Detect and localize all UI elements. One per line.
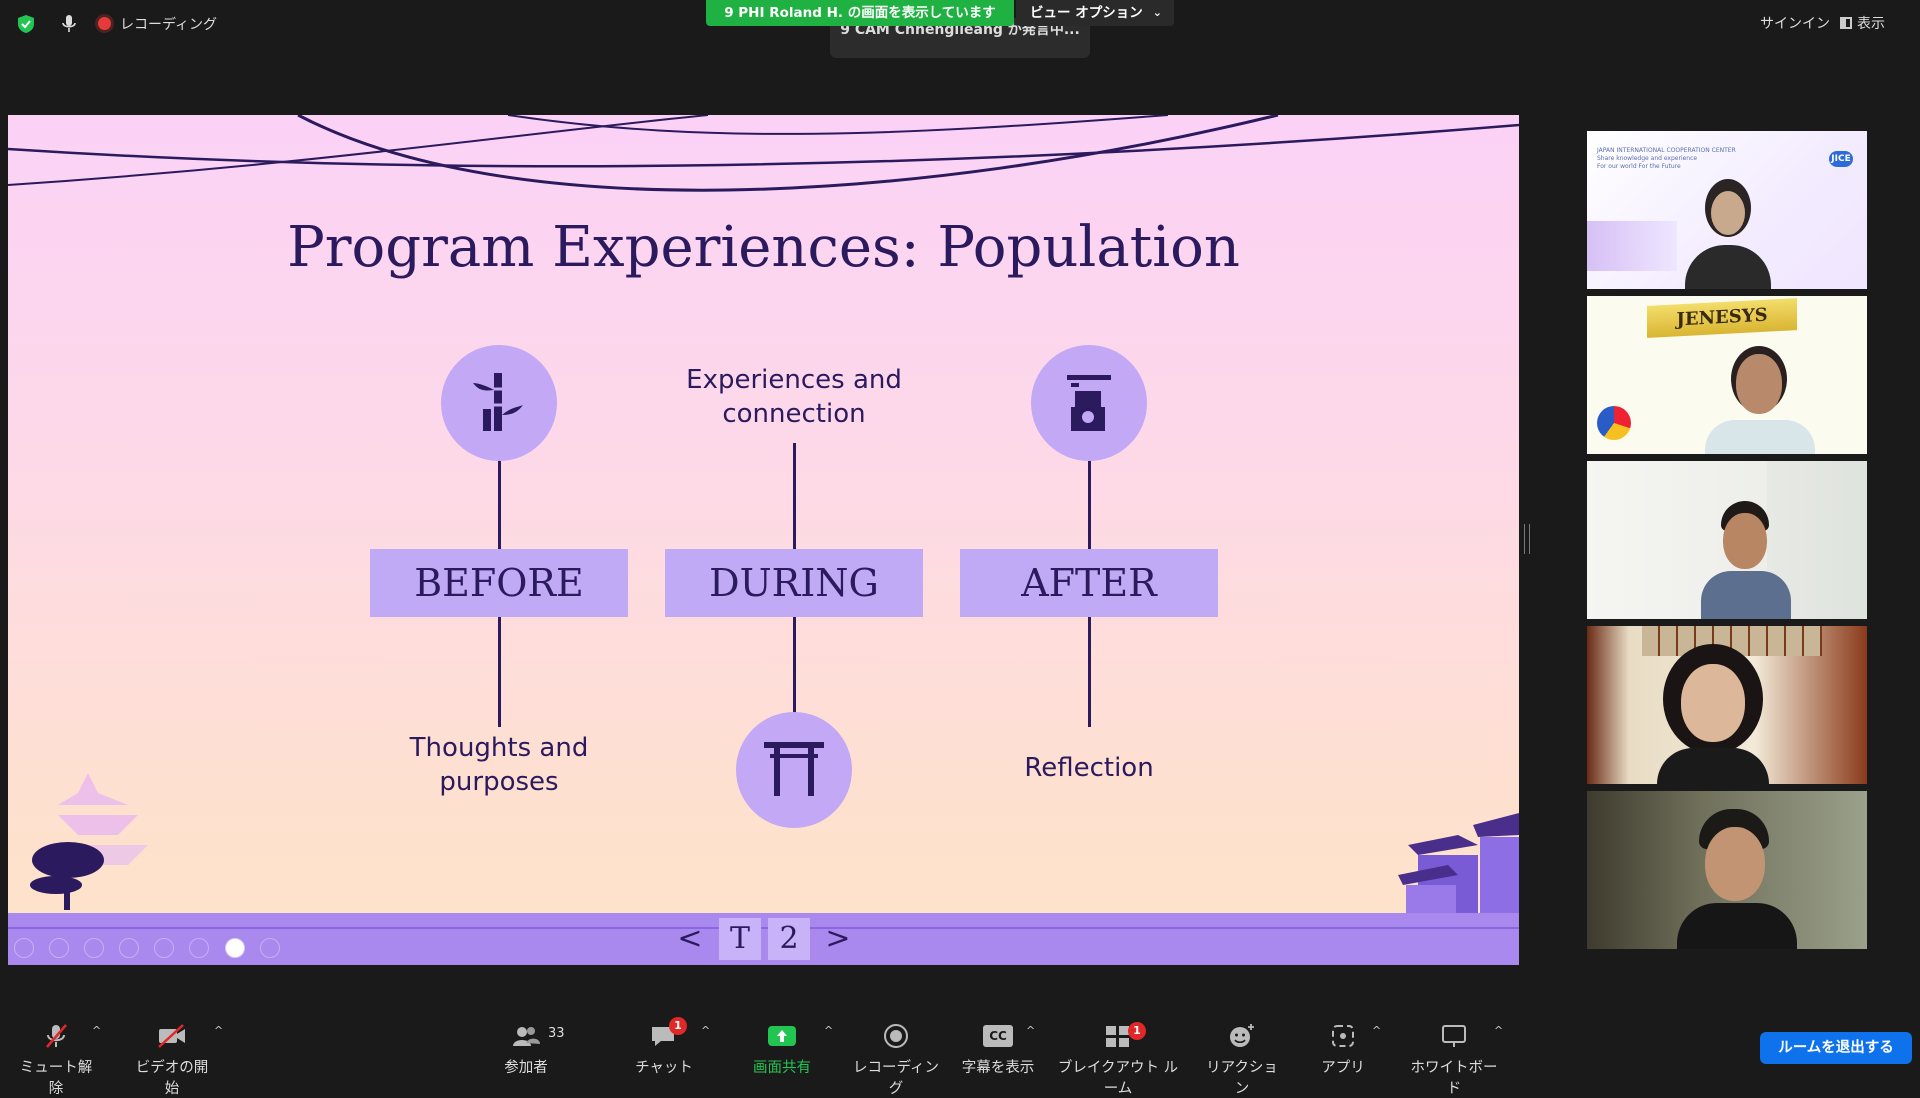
phase-during: DURING — [665, 549, 923, 617]
back-icon[interactable] — [14, 938, 34, 958]
slide-title: Program Experiences: Population — [287, 215, 1240, 280]
next-slide-button[interactable]: > — [817, 918, 859, 960]
participant-person — [1685, 179, 1771, 289]
start-video-button[interactable]: ビデオの開始 — [130, 1022, 214, 1098]
participants-count: 33 — [548, 1026, 565, 1041]
chat-unread-badge: 1 — [669, 1017, 687, 1035]
timeline-stem — [793, 617, 796, 713]
breakout-rooms-button[interactable]: ブレイクアウト ルーム — [1052, 1022, 1184, 1098]
phase-before: BEFORE — [370, 549, 628, 617]
torii-gate-icon — [736, 712, 852, 828]
participant-video-tile[interactable]: JENESYS — [1587, 296, 1867, 454]
leave-room-button[interactable]: ルームを退出する — [1760, 1032, 1912, 1064]
jenesys-banner: JENESYS — [1647, 298, 1797, 338]
previous-slide-button[interactable]: < — [669, 918, 711, 960]
chevron-down-icon: ⌄ — [1152, 6, 1162, 19]
participants-icon — [513, 1027, 540, 1046]
video-options-caret[interactable]: ^ — [214, 1024, 223, 1037]
captions-options-caret[interactable]: ^ — [1026, 1024, 1035, 1037]
caption-before: Thoughts and purposes — [409, 733, 589, 797]
record-icon — [884, 1024, 908, 1048]
presenter-mini-toolbar — [14, 938, 290, 958]
video-off-icon — [158, 1024, 185, 1048]
timeline-stem — [1088, 461, 1091, 549]
apps-options-caret[interactable]: ^ — [1372, 1024, 1381, 1037]
participant-person — [1705, 346, 1815, 454]
jice-logo: JICE — [1829, 151, 1853, 167]
program-logo — [1597, 406, 1631, 440]
shared-screen-slide: Program Experiences: Population BEFORE T… — [8, 115, 1519, 965]
village-houses-illustration — [1398, 813, 1519, 915]
security-shield-icon[interactable] — [15, 13, 37, 35]
participant-person — [1677, 809, 1797, 949]
participant-person — [1701, 501, 1791, 619]
share-options-caret[interactable]: ^ — [824, 1024, 833, 1037]
bamboo-icon — [441, 345, 557, 461]
phase-after: AFTER — [960, 549, 1218, 617]
audio-options-caret[interactable]: ^ — [92, 1024, 101, 1037]
apps-button[interactable]: アプリ — [1318, 1022, 1368, 1077]
camera-icon[interactable] — [224, 938, 245, 958]
timeline-stem — [498, 461, 501, 549]
background-pattern — [1587, 221, 1677, 271]
more-icon[interactable] — [259, 938, 280, 958]
participant-video-tile[interactable] — [1587, 461, 1867, 619]
chat-options-caret[interactable]: ^ — [701, 1024, 710, 1037]
microphone-muted-icon — [46, 1024, 67, 1048]
participant-video-tile[interactable]: JAPAN INTERNATIONAL COOPERATION CENTER S… — [1587, 131, 1867, 289]
recording-dot-icon[interactable] — [98, 17, 111, 30]
share-screen-icon — [768, 1026, 796, 1046]
caption-after: Reflection — [1024, 753, 1154, 783]
zoom-icon[interactable] — [154, 938, 175, 958]
unmute-button[interactable]: ミュート解除 — [14, 1022, 98, 1098]
tanuki-figure-icon — [1031, 345, 1147, 461]
closed-captions-icon: CC — [983, 1025, 1013, 1047]
recording-status-label[interactable]: レコーディング — [120, 14, 217, 34]
reactions-button[interactable]: リアクション — [1200, 1022, 1284, 1098]
slide-page-number[interactable]: 2 — [768, 918, 810, 960]
whiteboard-icon — [1442, 1025, 1466, 1047]
participant-video-tile[interactable] — [1587, 626, 1867, 784]
participant-video-tile[interactable] — [1587, 791, 1867, 949]
participants-button[interactable]: 参加者 — [496, 1022, 556, 1077]
timeline-stem — [1088, 617, 1091, 727]
pagoda-tree-illustration — [30, 773, 148, 910]
pointer-icon[interactable] — [189, 938, 210, 958]
screen-share-banner: 9 PHI Roland H. の画面を表示しています — [706, 0, 1014, 26]
view-layout-button[interactable]: 表示 — [1840, 10, 1912, 38]
layout-grid-icon — [1840, 17, 1852, 29]
meeting-top-bar: レコーディング 9 CAM Chhenglieang が発言中... 9 PHI… — [0, 0, 1920, 58]
panel-resize-handle[interactable] — [1524, 524, 1530, 554]
breakout-badge: 1 — [1128, 1022, 1146, 1040]
forward-icon[interactable] — [49, 938, 70, 958]
signin-button[interactable]: サインイン — [1752, 10, 1838, 38]
microphone-icon[interactable] — [58, 13, 80, 35]
recording-button[interactable]: レコーディング — [850, 1022, 942, 1098]
slide-t-button[interactable]: T — [719, 918, 761, 960]
participant-person — [1653, 644, 1773, 784]
timeline-stem — [498, 617, 501, 727]
share-screen-button[interactable]: 画面共有 — [742, 1022, 822, 1077]
caption-during: Experiences and connection — [686, 365, 902, 429]
whiteboard-options-caret[interactable]: ^ — [1494, 1024, 1503, 1037]
org-banner-text: JAPAN INTERNATIONAL COOPERATION CENTER S… — [1597, 147, 1736, 170]
pen-icon[interactable] — [84, 938, 105, 958]
reaction-smiley-icon — [1230, 1024, 1254, 1047]
timeline-stem — [793, 443, 796, 549]
apps-icon — [1332, 1025, 1354, 1047]
view-options-dropdown[interactable]: ビュー オプション ⌄ — [1016, 0, 1174, 26]
whiteboard-button[interactable]: ホワイトボード — [1408, 1022, 1500, 1098]
grid-icon[interactable] — [119, 938, 140, 958]
